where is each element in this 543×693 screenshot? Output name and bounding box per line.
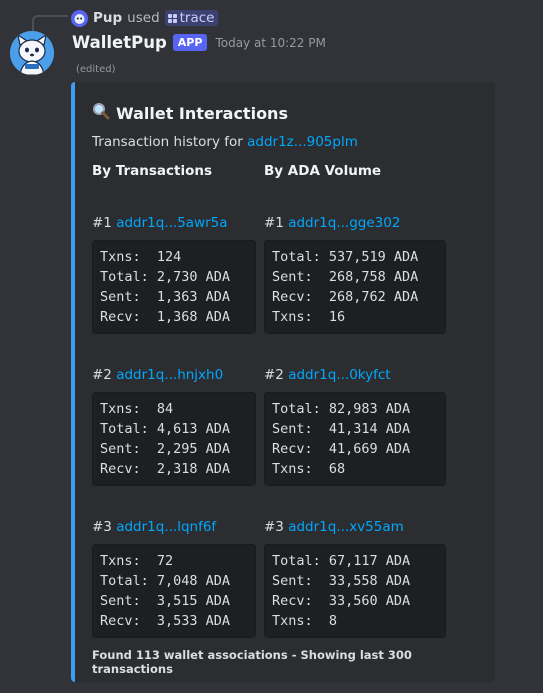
command-name: trace [179, 10, 215, 26]
slash-command-icon [167, 13, 177, 23]
embed-title: Wallet Interactions [92, 102, 288, 124]
tx-stats-2: Txns: 84 Total: 4,613 ADA Sent: 2,295 AD… [92, 392, 256, 486]
embed-footer: Found 113 wallet associations - Showing … [92, 648, 412, 676]
target-address-link[interactable]: addr1z...905plm [247, 134, 358, 150]
volume-stats-1: Total: 537,519 ADA Sent: 268,758 ADA Rec… [264, 240, 446, 334]
volume-rank-3: #3 addr1q...xv55am [264, 519, 404, 535]
embed-title-text: Wallet Interactions [116, 103, 288, 123]
app-badge: APP [172, 34, 208, 51]
address-link[interactable]: addr1q...0kyfct [288, 367, 390, 383]
wallet-embed: Wallet Interactions Transaction history … [71, 82, 495, 682]
reply-username[interactable]: Pup [93, 10, 122, 26]
volume-rank-1: #1 addr1q...gge302 [264, 215, 400, 231]
rank-number: #2 [92, 367, 112, 383]
message-header: WalletPup APP Today at 10:22 PM [72, 33, 326, 52]
tx-stats-1: Txns: 124 Total: 2,730 ADA Sent: 1,363 A… [92, 240, 256, 334]
address-link[interactable]: addr1q...5awr5a [116, 215, 227, 231]
rank-number: #1 [264, 215, 284, 231]
volume-stats-3: Total: 67,117 ADA Sent: 33,558 ADA Recv:… [264, 544, 446, 638]
reply-bar[interactable]: Pup used trace [71, 8, 218, 28]
embed-description: Transaction history for addr1z...905plm [92, 134, 358, 150]
edited-label: (edited) [76, 64, 116, 75]
reply-used-text: used [127, 10, 160, 26]
tx-rank-3: #3 addr1q...lqnf6f [92, 519, 216, 535]
address-link[interactable]: addr1q...hnjxh0 [116, 367, 223, 383]
volume-rank-2: #2 addr1q...0kyfct [264, 367, 391, 383]
by-transactions-header: By Transactions [92, 163, 213, 179]
by-volume-header: By ADA Volume [264, 163, 382, 179]
magnifier-icon [92, 102, 110, 124]
tx-rank-1: #1 addr1q...5awr5a [92, 215, 228, 231]
tx-rank-2: #2 addr1q...hnjxh0 [92, 367, 223, 383]
walletpup-avatar[interactable] [10, 31, 54, 75]
rank-number: #3 [92, 519, 112, 535]
tx-stats-3: Txns: 72 Total: 7,048 ADA Sent: 3,515 AD… [92, 544, 256, 638]
reply-connector-line [32, 15, 68, 31]
volume-stats-2: Total: 82,983 ADA Sent: 41,314 ADA Recv:… [264, 392, 446, 486]
command-mention[interactable]: trace [164, 10, 218, 26]
address-link[interactable]: addr1q...lqnf6f [116, 519, 216, 535]
rank-number: #2 [264, 367, 284, 383]
rank-number: #3 [264, 519, 284, 535]
message-timestamp[interactable]: Today at 10:22 PM [215, 36, 325, 50]
description-prefix: Transaction history for [92, 134, 243, 150]
bot-username[interactable]: WalletPup [72, 33, 167, 52]
address-link[interactable]: addr1q...xv55am [288, 519, 404, 535]
rank-number: #1 [92, 215, 112, 231]
pup-avatar[interactable] [71, 9, 88, 27]
address-link[interactable]: addr1q...gge302 [288, 215, 400, 231]
